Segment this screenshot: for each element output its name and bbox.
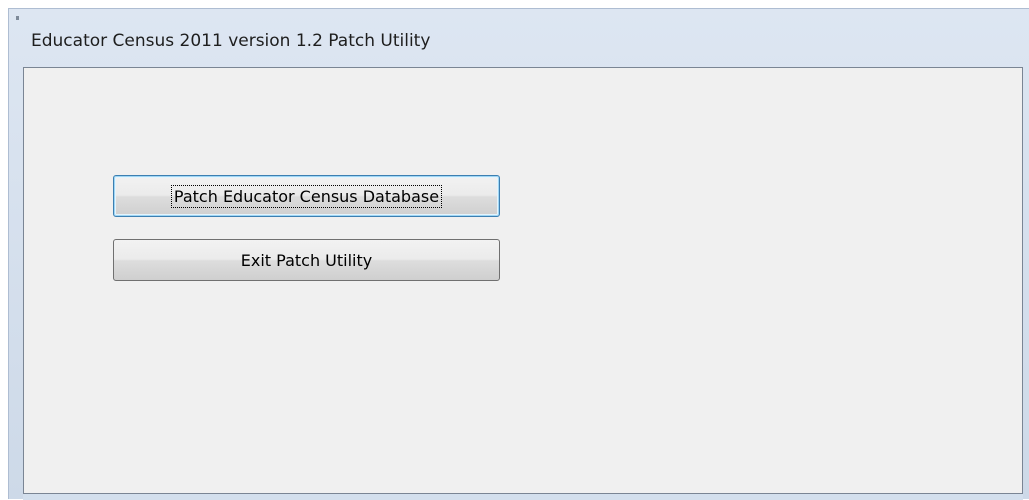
exit-utility-button[interactable]: Exit Patch Utility: [113, 239, 500, 281]
patch-database-button[interactable]: Patch Educator Census Database: [113, 175, 500, 217]
client-area: Patch Educator Census Database Exit Patc…: [23, 67, 1023, 494]
exit-utility-button-label: Exit Patch Utility: [240, 250, 373, 270]
patch-database-button-label: Patch Educator Census Database: [170, 184, 443, 208]
title-bar[interactable]: Educator Census 2011 version 1.2 Patch U…: [9, 9, 1029, 67]
window-title: Educator Census 2011 version 1.2 Patch U…: [31, 31, 431, 51]
window-bottom-frame: [23, 494, 1023, 500]
patch-utility-window: Educator Census 2011 version 1.2 Patch U…: [8, 8, 1029, 500]
